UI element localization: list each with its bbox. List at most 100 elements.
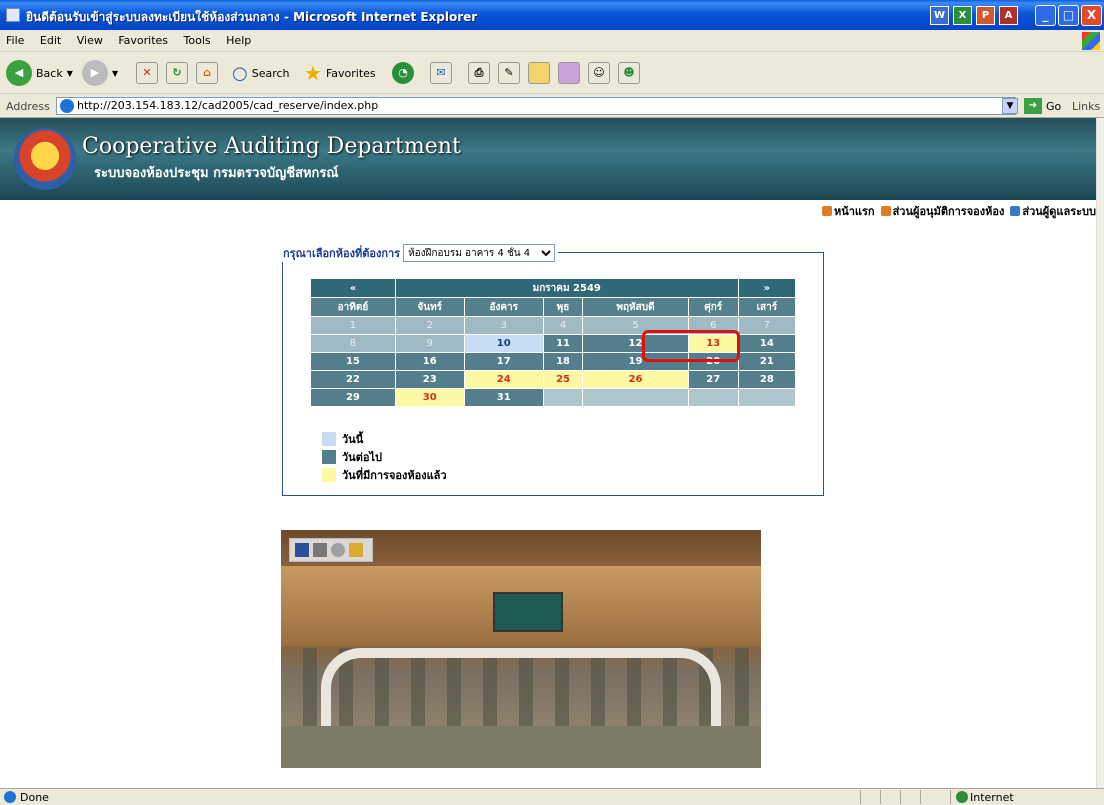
banner-subtitle: ระบบจองห้องประชุม กรมตรวจบัญชีสหกรณ์ [94,166,339,181]
calendar-empty-cell [583,389,688,406]
top-nav: หน้าแรก ส่วนผู้อนุมัติการจองห้อง ส่วนผู้… [821,202,1096,220]
address-dropdown[interactable]: ▼ [1002,98,1018,114]
messenger-button[interactable]: ☺ [588,58,610,88]
calendar-day[interactable]: 28 [738,371,795,388]
menu-view[interactable]: View [71,30,109,51]
status-bar: Done Internet [0,788,1104,805]
save-icon[interactable] [295,543,309,557]
day-of-week-header: เสาร์ [738,298,795,316]
access-icon[interactable]: A [999,6,1018,25]
internet-zone-icon [956,791,968,803]
folder-icon[interactable] [349,543,363,557]
image-toolbar [289,538,373,562]
menu-favorites[interactable]: Favorites [112,30,174,51]
stop-icon: ✕ [136,62,158,84]
calendar-day[interactable]: 17 [464,353,543,370]
toolbar: ◀ Back ▼ ▶ ▼ ✕ ↻ ⌂ ○ Search ★ Favorites … [0,52,1104,94]
close-button[interactable]: X [1081,5,1102,26]
history-button[interactable]: ◔ [392,58,414,88]
calendar-day[interactable]: 23 [395,371,464,388]
legend-swatch [322,432,336,446]
room-select[interactable]: ห้องฝึกอบรม อาคาร 4 ชั้น 4 [403,244,556,262]
history-icon: ◔ [392,62,414,84]
windows-logo-icon [1082,32,1100,50]
nav-home-label: หน้าแรก [833,205,875,218]
calendar-day[interactable]: 16 [395,353,464,370]
research-icon [558,62,580,84]
menu-tools[interactable]: Tools [178,30,217,51]
print-button[interactable]: ⎙ [468,58,490,88]
forward-arrow-icon: ▶ [82,60,108,86]
site-banner: Cooperative Auditing Department ระบบจองห… [0,118,1096,200]
calendar-day[interactable]: 22 [311,371,395,388]
favorites-button[interactable]: ★ Favorites [304,58,376,88]
back-label: Back [36,66,63,80]
home-button[interactable]: ⌂ [196,58,218,88]
back-button[interactable]: ◀ Back ▼ [6,58,73,88]
nav-approver-label: ส่วนผู้อนุมัติการจองห้อง [892,205,1005,218]
calendar-day: 3 [464,317,543,334]
stop-button[interactable]: ✕ [136,58,158,88]
refresh-button[interactable]: ↻ [166,58,188,88]
calendar-day[interactable]: 14 [738,335,795,352]
nav-home[interactable]: หน้าแรก [821,202,875,220]
calendar-day[interactable]: 30 [395,389,464,406]
word-icon[interactable]: W [930,6,949,25]
address-input[interactable]: http://203.154.183.12/cad2005/cad_reserv… [56,97,1016,115]
maximize-button[interactable]: □ [1058,5,1079,26]
edit-icon: ✎ [498,62,520,84]
go-label: Go [1046,99,1062,113]
links-button[interactable]: Links [1072,100,1100,113]
status-text: Done [20,791,49,804]
research-button[interactable] [558,58,580,88]
search-icon: ○ [232,62,248,84]
calendar-day[interactable]: 25 [543,371,583,388]
calendar-day[interactable]: 24 [464,371,543,388]
mail-button[interactable]: ✉ [430,58,452,88]
calendar-day[interactable]: 27 [688,371,738,388]
calendar-empty-cell [543,389,583,406]
nav-approver[interactable]: ส่วนผู้อนุมัติการจองห้อง [880,202,1005,220]
print-icon[interactable] [313,543,327,557]
legend-swatch [322,450,336,464]
calendar-day[interactable]: 31 [464,389,543,406]
nav-admin-label: ส่วนผู้ดูแลระบบ [1022,205,1096,218]
day-of-week-header: อังคาร [464,298,543,316]
calendar-day[interactable]: 21 [738,353,795,370]
title-bar: ยินดีต้อนรับเข้าสู่ระบบลงทะเบียนใช้ห้องส… [0,0,1104,30]
calendar-day[interactable]: 11 [543,335,583,352]
refresh-icon: ↻ [166,62,188,84]
calendar-day: 9 [395,335,464,352]
minimize-button[interactable]: _ [1035,5,1056,26]
powerpoint-icon[interactable]: P [976,6,995,25]
menu-file[interactable]: File [0,30,30,51]
edit-button[interactable]: ✎ [498,58,520,88]
search-button[interactable]: ○ Search [232,58,290,88]
legend-item: วันที่มีการจองห้องแล้ว [322,466,447,484]
legend-label: วันต่อไป [342,451,382,464]
room-select-group: กรุณาเลือกห้องที่ต้องการ ห้องฝึกอบรม อาค… [280,244,559,262]
discuss-button[interactable] [528,58,550,88]
day-of-week-header: พุธ [543,298,583,316]
vertical-scrollbar[interactable] [1096,118,1104,788]
nav-admin[interactable]: ส่วนผู้ดูแลระบบ [1010,202,1096,220]
legend-label: วันนี้ [342,433,364,446]
prev-month-button[interactable]: « [311,279,395,297]
go-arrow-icon: ➜ [1024,98,1042,114]
forward-button[interactable]: ▶ ▼ [82,58,118,88]
mail-icon[interactable] [331,543,345,557]
menu-edit[interactable]: Edit [34,30,67,51]
contacts-button[interactable]: ☻ [618,58,640,88]
messenger-icon: ☺ [588,62,610,84]
go-button[interactable]: ➜ Go [1024,98,1061,114]
next-month-button[interactable]: » [738,279,795,297]
calendar-day[interactable]: 10 [464,335,543,352]
discuss-icon [528,62,550,84]
excel-icon[interactable]: X [953,6,972,25]
menu-help[interactable]: Help [220,30,257,51]
calendar-day[interactable]: 18 [543,353,583,370]
calendar-day[interactable]: 26 [583,371,688,388]
calendar-day[interactable]: 15 [311,353,395,370]
calendar-day[interactable]: 29 [311,389,395,406]
user-icon [880,206,891,216]
